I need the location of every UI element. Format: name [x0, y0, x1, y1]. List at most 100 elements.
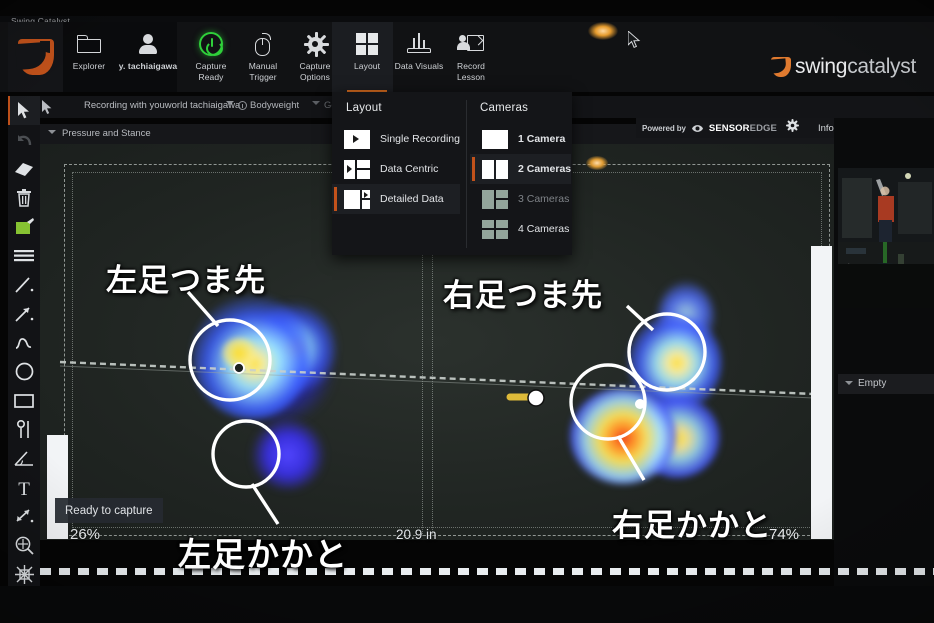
tool-posture[interactable]: [8, 415, 40, 444]
bodyweight-label: Bodyweight: [250, 100, 300, 111]
line-icon: [15, 276, 34, 293]
baseline-dashed-marker: [40, 568, 934, 575]
cursor-mode-icon[interactable]: [42, 100, 53, 120]
brand-logo: swingcatalyst: [769, 55, 916, 79]
layout-option-data-centric[interactable]: Data Centric: [332, 154, 460, 184]
camera-option-3[interactable]: 3 Cameras: [470, 184, 571, 214]
left-tool-rail: T: [8, 96, 40, 623]
panel-collapse-caret-icon[interactable]: [48, 130, 56, 134]
layout-dropdown-panel[interactable]: Layout Single Recording Data Centric Det…: [332, 92, 572, 255]
empty-panel-header[interactable]: Empty: [838, 374, 934, 394]
mouse-cursor: [627, 29, 641, 54]
brand-name-secondary: catalyst: [847, 55, 916, 78]
ribbon-item-capture-options[interactable]: Capture Options: [289, 22, 341, 92]
menu-lines-icon: [14, 250, 34, 262]
sensoredge-logo-icon: [691, 124, 703, 132]
ribbon-item-user[interactable]: y. tachiaigawa: [115, 22, 181, 92]
ribbon-item-label: Layout: [353, 61, 381, 71]
camera-option-label: 1 Camera: [518, 133, 566, 145]
left-weight-percent: 26%: [70, 526, 101, 543]
layout-option-detailed-data[interactable]: Detailed Data: [332, 184, 460, 214]
measure-icon: [16, 509, 34, 523]
tool-select[interactable]: [8, 96, 40, 125]
recording-dropdown-caret-icon[interactable]: [226, 101, 234, 105]
annotation-label-left-toe: 左足つま先: [106, 263, 266, 299]
app-window: Swing Catalyst Explorer y. tachiaigawa C…: [0, 0, 934, 623]
camera-option-label: 4 Cameras: [518, 223, 570, 235]
camera-preview[interactable]: [838, 168, 934, 308]
tool-grid-overlay[interactable]: [8, 560, 40, 589]
tool-line[interactable]: [8, 270, 40, 299]
sport-dropdown-caret-icon[interactable]: [312, 101, 320, 105]
ribbon-item-layout[interactable]: Layout: [341, 22, 393, 92]
tool-freehand[interactable]: [8, 328, 40, 357]
gear-icon: [303, 29, 329, 59]
edge-label: EDGE: [749, 122, 777, 134]
tool-undo[interactable]: [8, 125, 40, 154]
angle-icon: [14, 450, 33, 466]
layout-option-single-recording[interactable]: Single Recording: [332, 124, 460, 154]
empty-panel-caret-icon[interactable]: [845, 381, 853, 385]
ribbon-item-manual-trigger[interactable]: Manual Trigger: [237, 22, 289, 92]
bottom-bar: [0, 586, 934, 623]
mouse-icon: [254, 29, 272, 59]
tool-text[interactable]: T: [8, 473, 40, 502]
undo-icon: [18, 134, 32, 145]
chart-icon: [406, 29, 432, 59]
ribbon-item-label: Explorer: [72, 61, 106, 71]
svg-text:T: T: [18, 479, 30, 497]
layout-column-title: Layout: [346, 102, 382, 114]
ribbon-item-label: Data Visuals: [394, 61, 444, 71]
lens-glare: [588, 22, 618, 40]
arrow-icon: [15, 306, 34, 322]
ribbon-item-explorer[interactable]: Explorer: [63, 22, 115, 92]
info-button[interactable]: Info: [818, 123, 834, 134]
camera-option-label: 3 Cameras: [518, 193, 570, 205]
highlighter-icon: [15, 218, 34, 234]
swing-catalyst-mark-icon: [14, 39, 54, 75]
panel-title: Pressure and Stance: [62, 128, 151, 139]
ribbon-item-capture-ready[interactable]: Capture Ready: [185, 22, 237, 92]
ribbon-item-label: Manual Trigger: [248, 61, 278, 82]
grid-overlay-icon: [14, 565, 34, 584]
recording-with-label: Recording with youworld tachiaigawa: [84, 100, 241, 111]
tool-ellipse[interactable]: [8, 357, 40, 386]
tool-rect[interactable]: [8, 386, 40, 415]
rectangle-icon: [14, 393, 34, 408]
eraser-icon: [15, 162, 33, 176]
settings-gear-icon[interactable]: [785, 119, 799, 137]
data-centric-thumb-icon: [344, 159, 370, 179]
annotation-label-left-heel: 左足かかと: [178, 535, 348, 574]
camera-option-4[interactable]: 4 Cameras: [470, 214, 571, 244]
zoom-icon: [15, 536, 34, 555]
text-icon: T: [18, 479, 30, 497]
tool-arrow[interactable]: [8, 299, 40, 328]
record-lesson-icon: [457, 29, 484, 59]
tool-measure[interactable]: [8, 502, 40, 531]
layout-column: Layout Single Recording Data Centric Det…: [332, 92, 460, 214]
trash-icon: [17, 188, 31, 207]
ribbon-item-data-visuals[interactable]: Data Visuals: [393, 22, 445, 92]
tool-highlighter[interactable]: [8, 212, 40, 241]
tool-lines[interactable]: [8, 241, 40, 270]
four-cameras-thumb-icon: [482, 219, 508, 239]
camera-option-1[interactable]: 1 Camera: [470, 124, 571, 154]
cameras-column-title: Cameras: [480, 102, 529, 114]
two-cameras-thumb-icon: [482, 159, 508, 179]
single-recording-thumb-icon: [344, 129, 370, 149]
bodyweight-selector[interactable]: Bodyweight: [238, 100, 299, 111]
camera-option-2[interactable]: 2 Cameras: [470, 154, 572, 184]
folder-icon: [77, 29, 101, 59]
right-weight-bar: [811, 246, 832, 539]
tool-zoom[interactable]: [8, 531, 40, 560]
tool-delete[interactable]: [8, 183, 40, 212]
ribbon-item-label: Record Lesson: [456, 61, 485, 82]
lens-glare-secondary: [586, 156, 608, 170]
status-tooltip: Ready to capture: [55, 498, 163, 523]
tool-angle[interactable]: [8, 444, 40, 473]
powered-by-label: Powered by: [642, 123, 686, 133]
ribbon-item-record-lesson[interactable]: Record Lesson: [445, 22, 497, 92]
layout-option-label: Detailed Data: [380, 193, 444, 205]
ribbon-item-label: Capture Options: [299, 61, 331, 82]
tool-eraser[interactable]: [8, 154, 40, 183]
